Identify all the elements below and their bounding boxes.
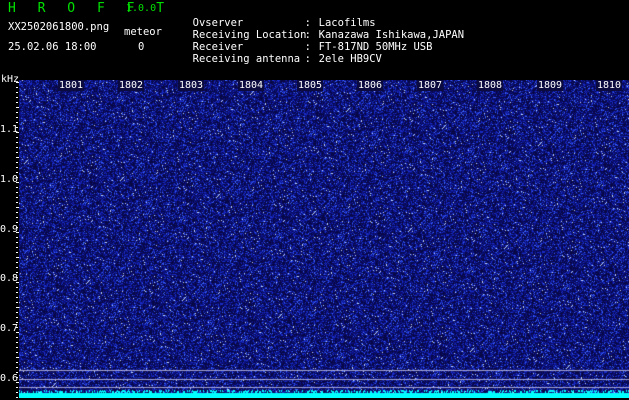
meteor-count: 0 <box>138 41 145 53</box>
y-axis-tick <box>16 277 18 278</box>
y-axis-tick <box>16 322 18 323</box>
info-key: Receiving antenna <box>192 53 301 65</box>
app-version: 1.0.0 <box>126 3 157 14</box>
y-axis-tick <box>16 112 18 113</box>
x-tick-label: 1808 <box>477 80 504 91</box>
y-axis-tick <box>16 352 18 353</box>
x-tick-label: 1805 <box>297 80 324 91</box>
y-axis-tick <box>16 162 18 163</box>
y-axis-tick <box>16 122 18 123</box>
y-axis-tick <box>16 392 18 393</box>
x-tick-label: 1801 <box>58 80 85 91</box>
y-axis-tick <box>16 272 18 273</box>
y-axis-tick <box>16 217 18 218</box>
y-axis-tick <box>16 157 19 158</box>
y-axis-tick <box>16 237 18 238</box>
y-axis-tick <box>16 297 18 298</box>
x-tick-label: 1810 <box>596 80 623 91</box>
y-axis-tick <box>16 367 18 368</box>
y-axis-tick <box>16 127 18 128</box>
y-axis-tick <box>16 212 18 213</box>
y-axis-tick <box>16 202 18 203</box>
y-tick-label: 0.6 <box>0 373 19 384</box>
meteor-label: meteor <box>124 26 162 38</box>
y-axis-tick <box>16 102 18 103</box>
y-axis-tick <box>16 222 18 223</box>
y-axis-tick <box>16 187 18 188</box>
y-tick-label: 0.8 <box>0 273 19 284</box>
y-axis-tick <box>16 227 18 228</box>
y-axis-tick <box>16 372 18 373</box>
y-axis-tick <box>16 177 18 178</box>
y-axis-tick <box>16 137 18 138</box>
y-axis-tick <box>16 107 19 108</box>
y-axis-tick <box>16 207 19 208</box>
y-axis-tick <box>16 257 19 258</box>
file-datetime: 25.02.06 18:00 <box>8 41 97 53</box>
y-tick-label: 1.1 <box>0 124 19 135</box>
x-tick-label: 1802 <box>118 80 145 91</box>
y-axis-tick <box>16 317 18 318</box>
y-axis-tick <box>16 327 18 328</box>
y-axis-tick <box>16 267 18 268</box>
y-axis-tick <box>16 87 18 88</box>
y-axis-tick <box>16 167 18 168</box>
y-axis-tick <box>16 292 18 293</box>
x-tick-label: 1809 <box>537 80 564 91</box>
y-axis-ticks <box>16 80 19 398</box>
y-axis-tick <box>16 282 19 283</box>
info-value: 2ele HB9CV <box>318 53 382 65</box>
y-axis-tick <box>16 332 19 333</box>
y-axis-tick <box>16 97 18 98</box>
file-name: XX2502061800.png <box>8 21 110 33</box>
y-axis-tick <box>16 382 19 383</box>
y-axis-tick <box>16 252 18 253</box>
y-tick-label: 0.7 <box>0 323 19 334</box>
y-axis-tick <box>16 312 18 313</box>
x-tick-label: 1806 <box>357 80 384 91</box>
y-axis-tick <box>16 302 18 303</box>
y-axis-tick <box>16 147 18 148</box>
y-axis-tick <box>16 132 19 133</box>
y-axis-tick <box>16 232 19 233</box>
y-axis-tick <box>16 142 18 143</box>
y-axis-tick <box>16 342 18 343</box>
y-axis-tick <box>16 82 19 83</box>
y-axis-tick <box>16 182 19 183</box>
y-axis-tick <box>16 307 19 308</box>
y-axis-tick <box>16 242 18 243</box>
y-axis-tick <box>16 247 18 248</box>
x-tick-label: 1807 <box>417 80 444 91</box>
y-axis-tick <box>16 287 18 288</box>
y-tick-label: 1.0 <box>0 174 19 185</box>
y-axis-tick <box>16 262 18 263</box>
y-axis-tick <box>16 172 18 173</box>
y-axis-tick <box>16 377 18 378</box>
y-axis-tick <box>16 397 18 398</box>
y-axis-tick <box>16 197 18 198</box>
info-separator: : <box>304 53 311 65</box>
y-axis-tick <box>16 387 18 388</box>
y-axis-tick <box>16 347 18 348</box>
y-axis-tick <box>16 192 18 193</box>
y-axis-tick <box>16 92 18 93</box>
spectrogram <box>19 80 629 398</box>
y-axis-tick <box>16 357 19 358</box>
y-axis-tick <box>16 362 18 363</box>
y-axis-tick <box>16 152 18 153</box>
x-tick-label: 1803 <box>178 80 205 91</box>
info-row-antenna: Receiving antenna:2ele HB9CV <box>180 41 382 65</box>
x-tick-label: 1804 <box>238 80 265 91</box>
y-axis-tick <box>16 117 18 118</box>
y-tick-label: 0.9 <box>0 224 19 235</box>
y-axis-tick <box>16 337 18 338</box>
